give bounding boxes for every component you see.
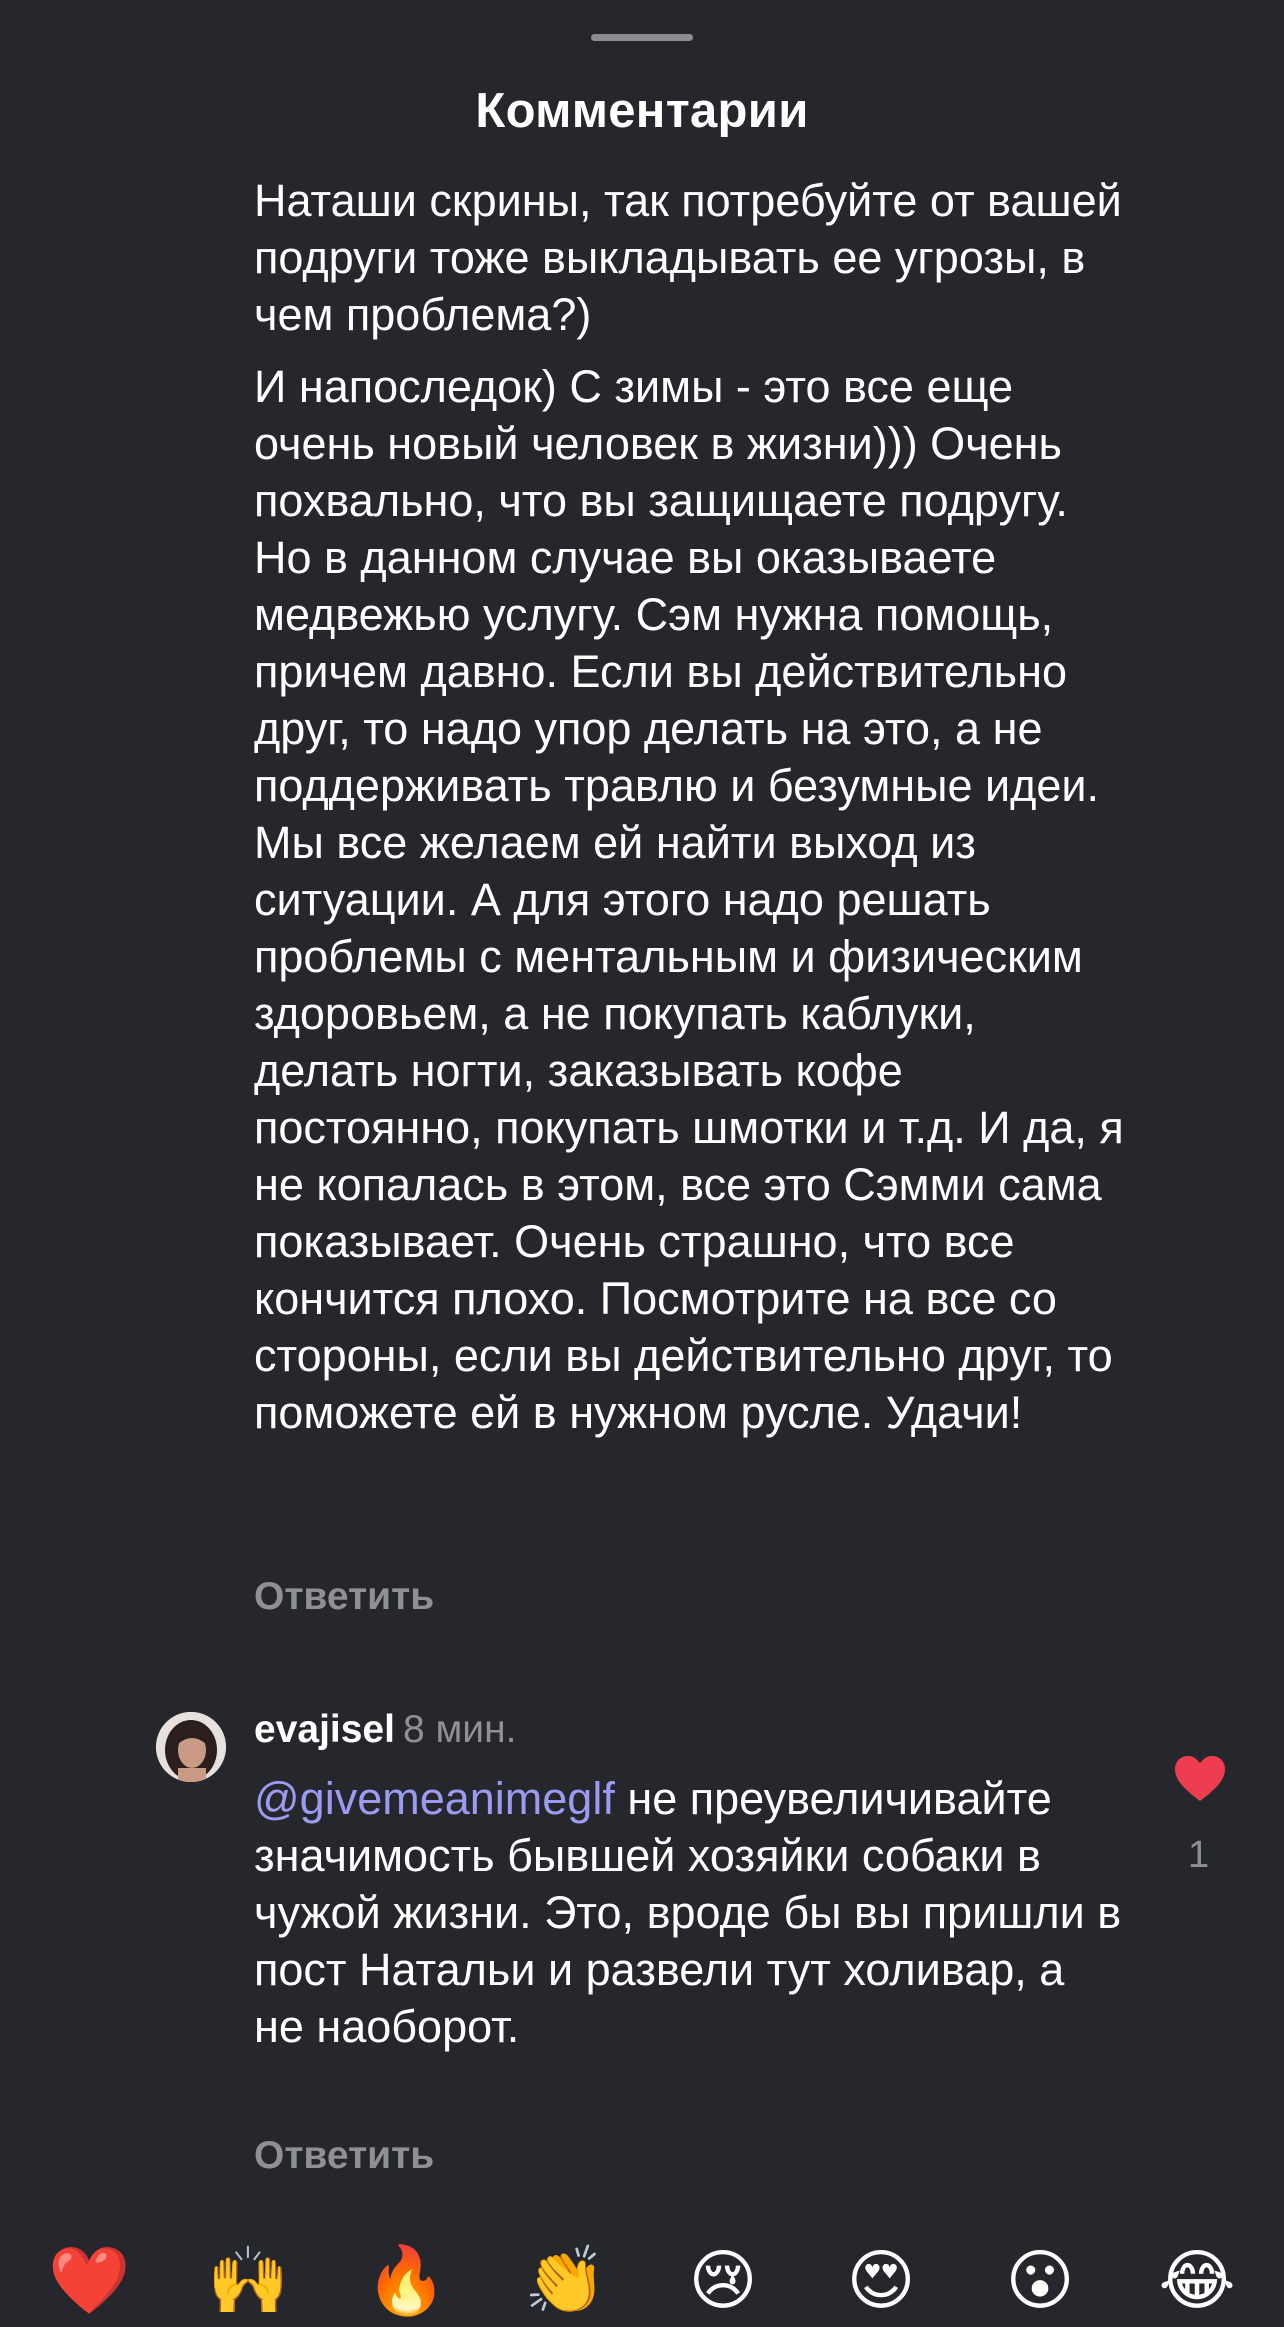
like-count: 1 (1188, 1834, 1210, 1876)
like-button[interactable] (1174, 1755, 1226, 1803)
comment-text: @givemeanimeglf не преувеличивайте значи… (254, 1770, 1124, 2055)
comments-sheet: Комментарии Наташи скрины, так потребуйт… (0, 0, 1284, 2327)
tears-of-joy-icon[interactable]: 😂 (1157, 2240, 1237, 2320)
mention-link[interactable]: @givemeanimeglf (254, 1773, 615, 1824)
reply-button[interactable]: Ответить (254, 1575, 434, 1619)
avatar-image (156, 1712, 226, 1782)
sheet-grabber[interactable] (591, 34, 693, 41)
clapping-hands-icon[interactable]: 👏 (524, 2240, 606, 2320)
comment-text-paragraph: Наташи скрины, так потребуйте от вашей п… (254, 175, 1122, 340)
red-heart-icon[interactable]: ❤️ (48, 2240, 130, 2320)
heart-icon (1175, 1756, 1225, 1801)
sheet-header: Комментарии (0, 56, 1284, 166)
comment-text-paragraph: И напоследок) С зимы - это все еще очень… (254, 361, 1124, 1438)
avatar[interactable] (156, 1712, 226, 1782)
fire-icon[interactable]: 🔥 (365, 2240, 447, 2320)
emoji-reaction-bar: ❤️ 🙌 🔥 👏 😢 😍 😮 😂 (0, 2240, 1284, 2327)
comment-header: evajisel 8 мин. (254, 1708, 516, 1752)
heart-eyes-icon[interactable]: 😍 (841, 2240, 921, 2320)
sheet-title: Комментарии (475, 84, 809, 138)
comment-username[interactable]: evajisel (254, 1708, 395, 1751)
reply-button[interactable]: Ответить (254, 2134, 434, 2178)
crying-face-icon[interactable]: 😢 (683, 2240, 763, 2320)
comment-timestamp: 8 мин. (402, 1708, 517, 1751)
raising-hands-icon[interactable]: 🙌 (207, 2240, 289, 2320)
surprised-face-icon[interactable]: 😮 (1000, 2240, 1080, 2320)
